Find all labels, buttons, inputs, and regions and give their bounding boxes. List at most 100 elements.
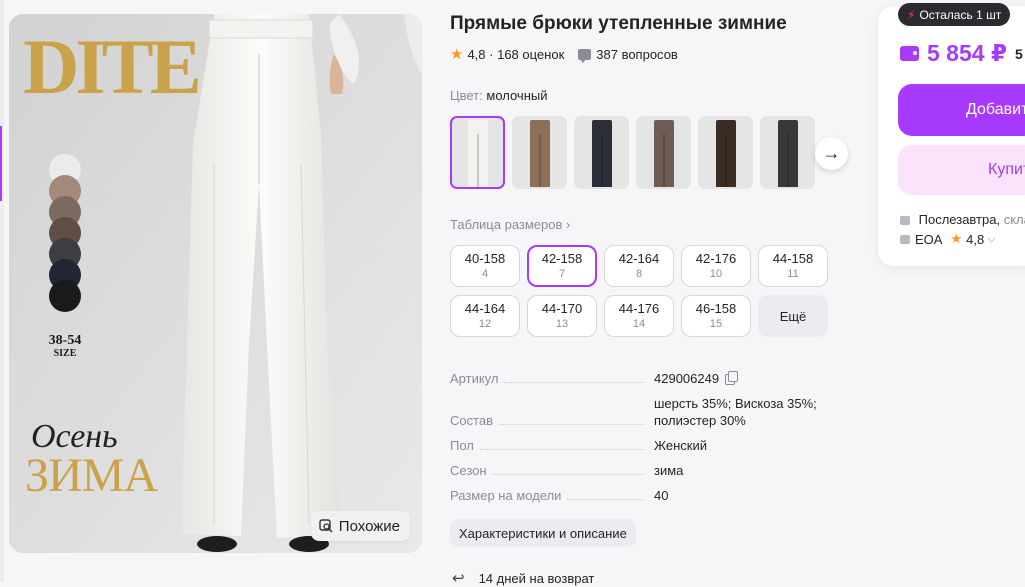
color-variant-thumb[interactable]	[450, 116, 505, 189]
size-count: 15	[709, 318, 723, 330]
similar-label: Похожие	[338, 517, 400, 535]
arrow-right-icon: →	[822, 143, 841, 163]
param-leader-dots	[492, 474, 644, 475]
return-text: 14 дней на возврат	[478, 570, 595, 586]
param-key: Артикул	[450, 371, 499, 386]
variant-image	[529, 120, 550, 187]
param-value-cell: зима	[654, 462, 844, 479]
questions-link[interactable]: 387 вопросов	[596, 47, 678, 62]
copy-icon[interactable]	[725, 371, 739, 386]
param-key: Пол	[450, 438, 474, 453]
size-count: 14	[632, 318, 646, 330]
thumbnails-next-button[interactable]: →	[815, 137, 848, 170]
main-product-image[interactable]: DITE 38-54 SIZE Осень ЗИМА Похожие	[9, 14, 422, 553]
size-selector: 40-158 4 42-158 7 42-164 8 42-176 10 44-158 11 44-…	[450, 245, 840, 337]
param-value-cell: шерсть 35%; Вискоза 35%; полиэстер 30%	[654, 395, 844, 429]
color-swatch	[49, 280, 81, 312]
variant-image	[467, 120, 488, 187]
delivery-info: Послезавтра, склад	[900, 212, 1025, 227]
variant-image	[777, 120, 798, 187]
size-value: 46-158	[695, 301, 737, 316]
param-key-cell: Размер на модели	[450, 487, 654, 504]
more-sizes-button[interactable]: Ещё	[758, 295, 828, 337]
size-option[interactable]: 42-164 8	[604, 245, 674, 287]
price: 5 854 ₽ 5	[900, 40, 1023, 67]
size-option[interactable]: 44-164 12	[450, 295, 520, 337]
size-count: 8	[635, 268, 643, 280]
param-row: Состав шерсть 35%; Вискоза 35%; полиэстер…	[450, 395, 850, 429]
size-table-label: Таблица размеров	[450, 217, 563, 232]
size-value: 40-158	[464, 251, 506, 266]
add-to-cart-button[interactable]: Добавить в корзину	[898, 84, 1025, 136]
price-alt: 5	[1014, 45, 1023, 62]
param-key: Состав	[450, 413, 494, 428]
color-variant-thumb[interactable]	[760, 116, 815, 189]
param-value: шерсть 35%; Вискоза 35%; полиэстер 30%	[654, 396, 817, 428]
price-value: 5 854 ₽	[927, 40, 1007, 66]
size-value: 44-176	[618, 301, 660, 316]
size-count: 10	[709, 268, 723, 280]
size-option[interactable]: 46-158 15	[681, 295, 751, 337]
color-variant-thumb[interactable]	[636, 116, 691, 189]
star-icon: ★	[950, 231, 963, 246]
chevron-down-icon: ⌵	[987, 232, 996, 245]
return-arrow-icon: ↩	[452, 570, 465, 587]
param-leader-dots	[479, 449, 644, 450]
stock-text: Осталась 1 шт	[919, 7, 1002, 22]
size-option[interactable]: 42-176 10	[681, 245, 751, 287]
brand-logo: DITE	[23, 23, 202, 110]
chevron-right-icon: ›	[566, 217, 571, 232]
bolt-icon: ⚡	[907, 7, 916, 22]
size-option[interactable]: 40-158 4	[450, 245, 520, 287]
seller-name: EOA	[915, 231, 943, 247]
rating-row: ★ 4,8 · 168 оценок 387 вопросов	[450, 45, 678, 63]
param-leader-dots	[567, 499, 644, 500]
color-label: Цвет: молочный	[450, 88, 548, 103]
size-count: 13	[555, 318, 569, 330]
param-row: Артикул 429006249	[450, 370, 850, 387]
seller-info[interactable]: EOA ★ 4,8 ⌵	[900, 231, 996, 247]
param-leader-dots	[499, 424, 644, 425]
param-value: зима	[654, 463, 684, 478]
size-value: 44-164	[464, 301, 506, 316]
return-policy: ↩ 14 дней на возврат	[452, 569, 594, 587]
variant-image	[653, 120, 674, 187]
delivery-warehouse: склад	[1003, 212, 1025, 227]
size-value: 44-158	[772, 251, 814, 266]
size-count: 7	[558, 268, 566, 280]
color-variant-thumb[interactable]	[698, 116, 753, 189]
param-key-cell: Сезон	[450, 462, 654, 479]
size-range: 38-54	[48, 333, 82, 348]
left-thumbnail-strip	[0, 0, 4, 582]
size-value: 42-158	[541, 251, 583, 266]
similar-button[interactable]: Похожие	[310, 511, 410, 541]
param-key-cell: Артикул	[450, 370, 654, 387]
size-option[interactable]: 44-176 14	[604, 295, 674, 337]
variant-image	[591, 120, 612, 187]
star-icon: ★	[450, 46, 464, 63]
shop-icon	[900, 234, 910, 244]
color-label-key: Цвет:	[450, 88, 483, 103]
seller-rating: 4,8	[966, 231, 985, 247]
size-value: 42-176	[695, 251, 737, 266]
param-key: Размер на модели	[450, 488, 562, 503]
buy-now-button[interactable]: Купить сейчас	[898, 145, 1025, 195]
product-title: Прямые брюки утепленные зимние	[450, 13, 787, 34]
reviews-link[interactable]: 168 оценок	[497, 47, 564, 62]
size-count: 11	[787, 268, 799, 280]
size-table-link[interactable]: Таблица размеров ›	[450, 217, 570, 232]
param-row: Сезон зима	[450, 462, 850, 479]
characteristics-description-button[interactable]: Характеристики и описание	[450, 519, 636, 547]
size-option[interactable]: 44-170 13	[527, 295, 597, 337]
size-option[interactable]: 42-158 7	[527, 245, 597, 287]
param-key: Сезон	[450, 463, 487, 478]
size-option[interactable]: 44-158 11	[758, 245, 828, 287]
size-count: 12	[478, 318, 492, 330]
param-key-cell: Пол	[450, 437, 654, 454]
color-variant-thumbnails	[450, 116, 815, 189]
size-value: 42-164	[618, 251, 660, 266]
color-variant-thumb[interactable]	[512, 116, 567, 189]
color-variant-thumb[interactable]	[574, 116, 629, 189]
delivery-date: Послезавтра,	[918, 212, 1001, 227]
rating-separator: ·	[485, 46, 498, 62]
